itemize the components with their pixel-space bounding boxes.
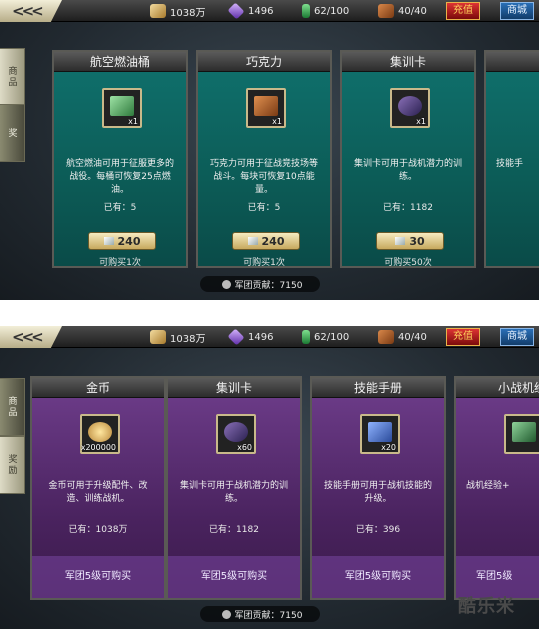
gem-icon [103,237,114,245]
back-button[interactable]: <<< [0,0,62,22]
purchase-limit: 可购买1次 [243,258,285,268]
gem-icon [247,237,258,245]
tab-goods[interactable]: 商品 [0,48,25,106]
shop-card-chocolate: 巧克力 x1 巧克力可用于征战竞技场等战斗。每块可恢复10点能量。 已有：5 2… [196,50,332,268]
exp-book-icon[interactable] [504,414,539,454]
owned-count: 已有：1038万 [68,525,128,535]
owned-count: 已有：5 [247,203,281,213]
card-description: 集训卡可用于战机潜力的训练。 [179,481,288,504]
card-description: 集训卡可用于战机潜力的训练。 [353,159,462,182]
card-title: 集训卡 [168,378,300,398]
gem-icon [395,237,406,245]
gold-counter: 1038万 [150,329,205,345]
tab-goods[interactable]: 商品 [0,378,25,436]
fuel-icon [302,4,310,18]
gem-icon [227,328,245,346]
back-arrows-icon: <<< [12,328,44,346]
owned-count: 已有：1182 [383,203,433,213]
owned-count: 已有：396 [355,525,401,535]
skill-book-icon[interactable]: x20 [360,414,400,454]
training-card-icon[interactable]: x1 [390,88,430,128]
card-description: 巧克力可用于征战竞技场等战斗。每块可恢复10点能量。 [209,159,318,195]
shop-card-training: 集训卡 x60 集训卡可用于战机潜力的训练。 已有：1182 军团5级可购买 [166,376,302,600]
fuel-counter: 62/100 [302,329,349,345]
purchase-limit: 可购买50次 [384,258,432,268]
gear-icon [221,279,231,289]
unlock-requirement: 军团5级可购买 [168,556,300,598]
chocolate-counter: 40/40 [378,329,427,345]
shop-card-training: 集训卡 x1 集训卡可用于战机潜力的训练。 已有：1182 30 可购买50次 [340,50,476,268]
training-card-icon[interactable]: x60 [216,414,256,454]
gem-counter: 1496 [227,2,273,20]
gear-icon [221,609,231,619]
chocolate-icon[interactable]: x1 [246,88,286,128]
unlock-requirement: 军团5级可购买 [32,556,164,598]
card-title [486,52,539,72]
fuel-counter: 62/100 [302,3,349,19]
back-button[interactable]: <<< [0,326,62,348]
shop-screen-rewards: <<< 1038万 1496 62/100 40/40 充值 商城 商品 奖励 … [0,326,539,629]
tab-rewards[interactable]: 奖 [0,104,25,162]
card-description: 战机经验+ [466,481,510,491]
card-title: 巧克力 [198,52,330,72]
shop-screen-consumables: <<< 1038万 1496 62/100 40/40 充值 商城 商品 奖 航… [0,0,539,300]
fuel-icon [302,330,310,344]
tab-rewards[interactable]: 奖励 [0,436,25,494]
card-title: 金币 [32,378,164,398]
gold-icon [150,4,166,18]
shop-button[interactable]: 商城 [500,2,534,20]
shop-card-fuel: 航空燃油桶 x1 航空燃油可用于征服更多的战役。每桶可恢复25点燃油。 已有：5… [52,50,188,268]
fuel-barrel-icon[interactable]: x1 [102,88,142,128]
resource-bar: <<< 1038万 1496 62/100 40/40 充值 商城 [0,326,539,348]
card-description: 技能手册可用于战机技能的升级。 [323,481,432,504]
legion-contribution: 军团贡献：7150 [200,276,320,292]
card-title: 航空燃油桶 [54,52,186,72]
card-description: 金币可用于升级配件、改造、训练战机。 [48,481,148,504]
card-title: 集训卡 [342,52,474,72]
chocolate-icon [378,330,394,344]
shop-card-gold: 金币 x200000 金币可用于升级配件、改造、训练战机。 已有：1038万 军… [30,376,166,600]
shop-card-skill-partial: 技能手 [484,50,539,268]
back-arrows-icon: <<< [12,2,44,20]
resource-bar: <<< 1038万 1496 62/100 40/40 充值 商城 [0,0,539,22]
owned-count: 已有：5 [103,203,137,213]
buy-button[interactable]: 240 [88,232,156,250]
purchase-limit: 可购买1次 [99,258,141,268]
gold-counter: 1038万 [150,3,205,19]
chocolate-counter: 40/40 [378,3,427,19]
shop-card-exp-partial: 小战机经 战机经验+ 军团5级 [454,376,539,600]
buy-button[interactable]: 30 [376,232,444,250]
recharge-button[interactable]: 充值 [446,2,480,20]
unlock-requirement: 军团5级可购买 [312,556,444,598]
gold-coins-icon[interactable]: x200000 [80,414,120,454]
chocolate-icon [378,4,394,18]
recharge-button[interactable]: 充值 [446,328,480,346]
legion-contribution: 军团贡献：7150 [200,606,320,622]
buy-button[interactable]: 240 [232,232,300,250]
card-description: 技能手 [496,159,524,169]
gem-counter: 1496 [227,328,273,346]
watermark-logo: 酷乐米 [458,596,515,617]
gem-icon [227,2,245,20]
card-description: 航空燃油可用于征服更多的战役。每桶可恢复25点燃油。 [65,159,174,195]
card-title: 技能手册 [312,378,444,398]
shop-button[interactable]: 商城 [500,328,534,346]
shop-card-skill-manual: 技能手册 x20 技能手册可用于战机技能的升级。 已有：396 军团5级可购买 [310,376,446,600]
gold-icon [150,330,166,344]
card-title: 小战机经 [456,378,539,398]
owned-count: 已有：1182 [209,525,259,535]
